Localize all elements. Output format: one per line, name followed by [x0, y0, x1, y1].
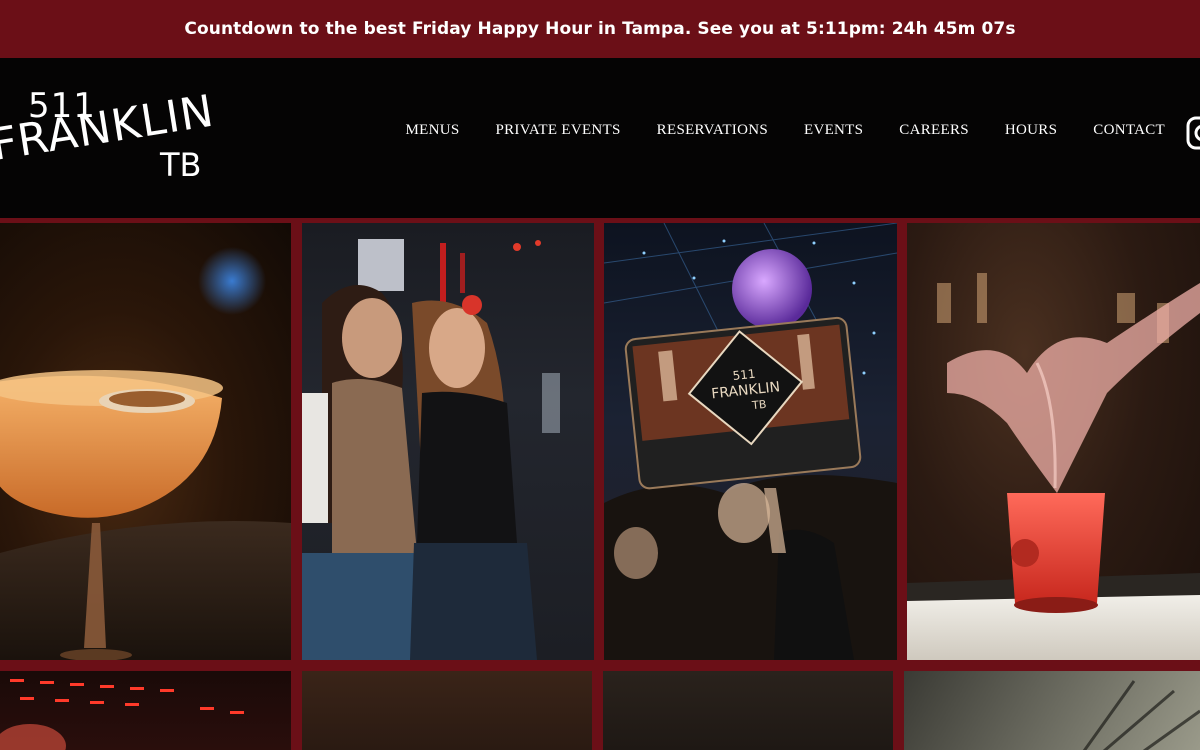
nav-careers[interactable]: CAREERS	[899, 122, 969, 139]
countdown-text: Countdown to the best Friday Happy Hour …	[184, 19, 1016, 39]
nav-menus[interactable]: MENUS	[405, 122, 459, 139]
nav-contact[interactable]: CONTACT	[1093, 122, 1165, 139]
photo-guests-smiling[interactable]	[302, 223, 594, 660]
photo-bottom-4[interactable]	[904, 671, 1200, 750]
announcement-bar: Countdown to the best Friday Happy Hour …	[0, 0, 1200, 58]
photo-cocktail-coupe[interactable]	[0, 223, 291, 660]
sign-511: 511	[732, 367, 756, 383]
site-logo[interactable]: 511 FRANKLIN TB	[0, 86, 230, 186]
main-nav: MENUS PRIVATE EVENTS RESERVATIONS EVENTS…	[369, 122, 1165, 139]
nav-private-events[interactable]: PRIVATE EVENTS	[495, 122, 620, 139]
nav-hours[interactable]: HOURS	[1005, 122, 1057, 139]
sign-tb: TB	[751, 398, 768, 413]
photo-gallery: 511 FRANKLIN TB	[0, 218, 1200, 750]
photo-bottom-3[interactable]	[603, 671, 893, 750]
photo-crowd-sign[interactable]: 511 FRANKLIN TB	[604, 223, 897, 660]
nav-reservations[interactable]: RESERVATIONS	[657, 122, 768, 139]
logo-tb: TB	[160, 146, 202, 184]
photo-splash-drink[interactable]	[907, 223, 1200, 660]
site-header: 511 FRANKLIN TB MENUS PRIVATE EVENTS RES…	[0, 58, 1200, 218]
instagram-icon[interactable]	[1186, 116, 1200, 150]
photo-bottom-2[interactable]	[302, 671, 592, 750]
photo-red-lights[interactable]	[0, 671, 291, 750]
nav-events[interactable]: EVENTS	[804, 122, 863, 139]
